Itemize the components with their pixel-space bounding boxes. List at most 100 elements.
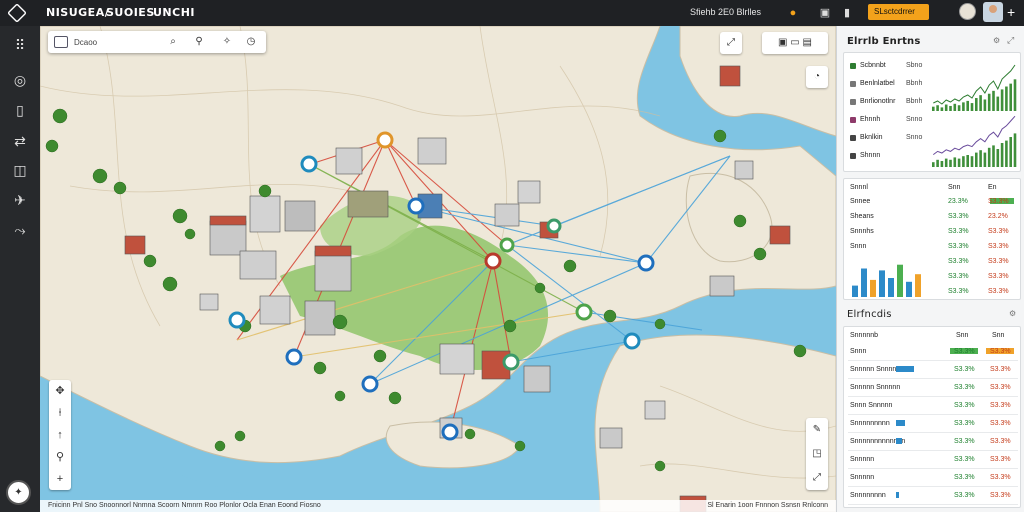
north-arrow-icon[interactable]: ↑ bbox=[49, 424, 71, 446]
subtitle-menu-icon[interactable]: ⚙ bbox=[1009, 309, 1016, 318]
table-value-2: S3.3% bbox=[990, 402, 1011, 409]
table-row[interactable]: Snnnnnnnnn S3.3% S3.3% bbox=[844, 417, 1020, 433]
add-button[interactable]: + bbox=[1007, 4, 1015, 20]
trend-row-value: Snno bbox=[906, 116, 923, 123]
table-row[interactable]: Snnnnn S3.3% S3.3% bbox=[844, 453, 1020, 469]
map-canvas[interactable] bbox=[40, 26, 836, 512]
app-root: NISUGEA/ SUOIES UNCHI Sfiehb 2E0 Blrlles… bbox=[0, 0, 1024, 512]
table-row-label: Snnnnn Snnnnn bbox=[850, 384, 901, 391]
tools-icon[interactable]: ✧ bbox=[220, 35, 234, 49]
trend-bar bbox=[953, 103, 957, 111]
route-icon[interactable]: ⇄ bbox=[10, 131, 30, 151]
summary-header-2: Snn bbox=[948, 184, 961, 191]
table-row-label: Snnn Snnnnn bbox=[850, 402, 893, 409]
trend-row-label: Shnnn bbox=[860, 152, 881, 159]
zoom-in-button[interactable]: + bbox=[49, 468, 71, 490]
row-divider bbox=[848, 414, 1018, 415]
summary-row[interactable]: Snnnhs S3.3% S3.3% bbox=[844, 225, 1020, 239]
trend-row-value: Sbno bbox=[906, 62, 923, 69]
draw-icon[interactable]: ✎ bbox=[806, 418, 828, 442]
row-divider bbox=[848, 468, 1018, 469]
search-input[interactable] bbox=[74, 35, 164, 49]
expand-icon[interactable]: ⤢ bbox=[806, 466, 828, 490]
summary-bar bbox=[870, 279, 876, 297]
search-bar: ⌕ ⚲ ✧ ◷ bbox=[48, 31, 266, 53]
table-row[interactable]: Snnn Snnnnn S3.3% S3.3% bbox=[844, 399, 1020, 415]
right-map-tools: ✎ ◳ ⤢ bbox=[806, 418, 828, 490]
settings-icon[interactable]: ▣ bbox=[818, 6, 832, 20]
table-value-2: S3.3% bbox=[990, 366, 1011, 373]
table-row-label: Snnnnnnnn bbox=[850, 492, 886, 499]
trend-bar-secondary bbox=[1005, 140, 1008, 167]
table-value-1: S3.3% bbox=[954, 438, 975, 445]
user-avatar[interactable] bbox=[983, 2, 1003, 22]
summary-row[interactable]: Snnn S3.3% S3.3% bbox=[844, 240, 1020, 254]
pan-icon[interactable]: ✥ bbox=[49, 380, 71, 402]
row-divider bbox=[848, 396, 1018, 397]
dashboard-icon[interactable]: ⠿ bbox=[10, 35, 30, 55]
status-left: Fnicinn Pnl Sno Snoonnorl Nnmna Scoorn N… bbox=[48, 502, 321, 509]
details-header-1: Snnnnnb bbox=[850, 332, 879, 339]
inline-bar bbox=[896, 420, 905, 426]
table-row[interactable]: Snnnnnnnn S3.3% S3.3% bbox=[844, 489, 1020, 505]
logo-icon[interactable] bbox=[7, 3, 27, 23]
search-icon[interactable]: ⌕ bbox=[166, 35, 180, 49]
legend-swatch bbox=[850, 117, 856, 123]
table-value-1: S3.3% bbox=[954, 456, 975, 463]
trend-bar bbox=[940, 107, 944, 111]
layers-toggle-icon[interactable]: ◳ bbox=[806, 442, 828, 466]
trend-row-label: Bnrlionotlnr bbox=[860, 98, 896, 105]
table-value-2: S3.3% bbox=[990, 384, 1011, 391]
nav-link-1[interactable]: NISUGEA/ bbox=[46, 6, 109, 19]
summary-row[interactable]: Snnee 23.3% S3.3% bbox=[844, 195, 1020, 209]
clock-icon[interactable]: ◷ bbox=[244, 35, 258, 49]
table-row[interactable]: Snnnnn Snnnn S3.3% S3.3% bbox=[844, 363, 1020, 379]
analytics-panel: Elrrlb Enrtns ⚙ ⤢ Scbnnbt Sbno Benlnlatbel… bbox=[836, 26, 1024, 512]
panel-close-icon[interactable]: ⤢ bbox=[1007, 35, 1014, 46]
chart-icon[interactable]: ⤳ bbox=[10, 220, 30, 240]
table-value-2: S3.3% bbox=[990, 492, 1011, 499]
compass-icon[interactable]: ✦ bbox=[6, 480, 31, 505]
nav-link-3[interactable]: UNCHI bbox=[153, 6, 195, 19]
trend-bar-secondary bbox=[975, 152, 978, 167]
table-row[interactable]: Snnnnnnnnnnnnn S3.3% S3.3% bbox=[844, 435, 1020, 451]
person-icon[interactable]: ⚲ bbox=[49, 446, 71, 468]
map-status-bar: Fnicinn Pnl Sno Snoonnorl Nnmna Scoorn N… bbox=[40, 500, 836, 512]
document-icon[interactable]: ▯ bbox=[10, 100, 30, 120]
avatar[interactable] bbox=[959, 3, 976, 20]
share-icon[interactable]: ✈ bbox=[10, 190, 30, 210]
trend-chart bbox=[932, 64, 1017, 167]
table-row-label: Snnnnn bbox=[850, 456, 875, 463]
details-header-3: Snn bbox=[992, 332, 1005, 339]
panel-subtitle: Elrfncdis bbox=[847, 309, 892, 320]
menu-icon[interactable]: ▮ bbox=[840, 6, 854, 20]
panel-settings-icon[interactable]: ⚙ bbox=[993, 36, 1000, 45]
trend-row-label: Bknlkin bbox=[860, 134, 883, 141]
trend-bar-secondary bbox=[944, 158, 948, 167]
summary-value-1: S3.3% bbox=[948, 213, 969, 220]
summary-bar bbox=[879, 270, 885, 297]
trend-bar-secondary bbox=[962, 156, 965, 167]
map-view-toggle[interactable]: ▣ ▭ ▤ bbox=[762, 32, 828, 54]
bell-icon[interactable]: ● bbox=[786, 6, 800, 20]
measure-icon[interactable]: ⍿ bbox=[49, 402, 71, 424]
table-row[interactable]: Snnnnn S3.3% S3.3% bbox=[844, 471, 1020, 487]
fullscreen-button[interactable]: ⤢ bbox=[720, 32, 742, 54]
analytics-icon[interactable]: ◎ bbox=[10, 70, 30, 90]
sidebar: ⠿ ◎ ▯ ⇄ ◫ ✈ ⤳ bbox=[0, 26, 40, 512]
layers-icon[interactable]: ◫ bbox=[10, 160, 30, 180]
trend-bar-secondary bbox=[940, 161, 944, 167]
trend-row-label: Scbnnbt bbox=[860, 62, 886, 69]
table-row[interactable]: Snnnnn Snnnnn S3.3% S3.3% bbox=[844, 381, 1020, 397]
nav-link-2[interactable]: SUOIES bbox=[106, 6, 155, 19]
trend-row-label: Benlnlatbel bbox=[860, 80, 895, 87]
table-row[interactable]: Snnn S3.3% S3.3% bbox=[844, 345, 1020, 361]
row-divider bbox=[848, 504, 1018, 505]
summary-row[interactable]: Sheans S3.3% 23.2% bbox=[844, 210, 1020, 224]
locate-button[interactable]: ◔ bbox=[806, 66, 828, 88]
map-view[interactable]: Fnicinn Pnl Sno Snoonnorl Nnmna Scoorn N… bbox=[40, 26, 836, 512]
map-layer-icon[interactable] bbox=[54, 36, 68, 48]
alert-button[interactable]: SLsctcdrrer bbox=[868, 4, 929, 20]
trend-bar-secondary bbox=[1000, 143, 1004, 167]
filter-icon[interactable]: ⚲ bbox=[192, 35, 206, 49]
